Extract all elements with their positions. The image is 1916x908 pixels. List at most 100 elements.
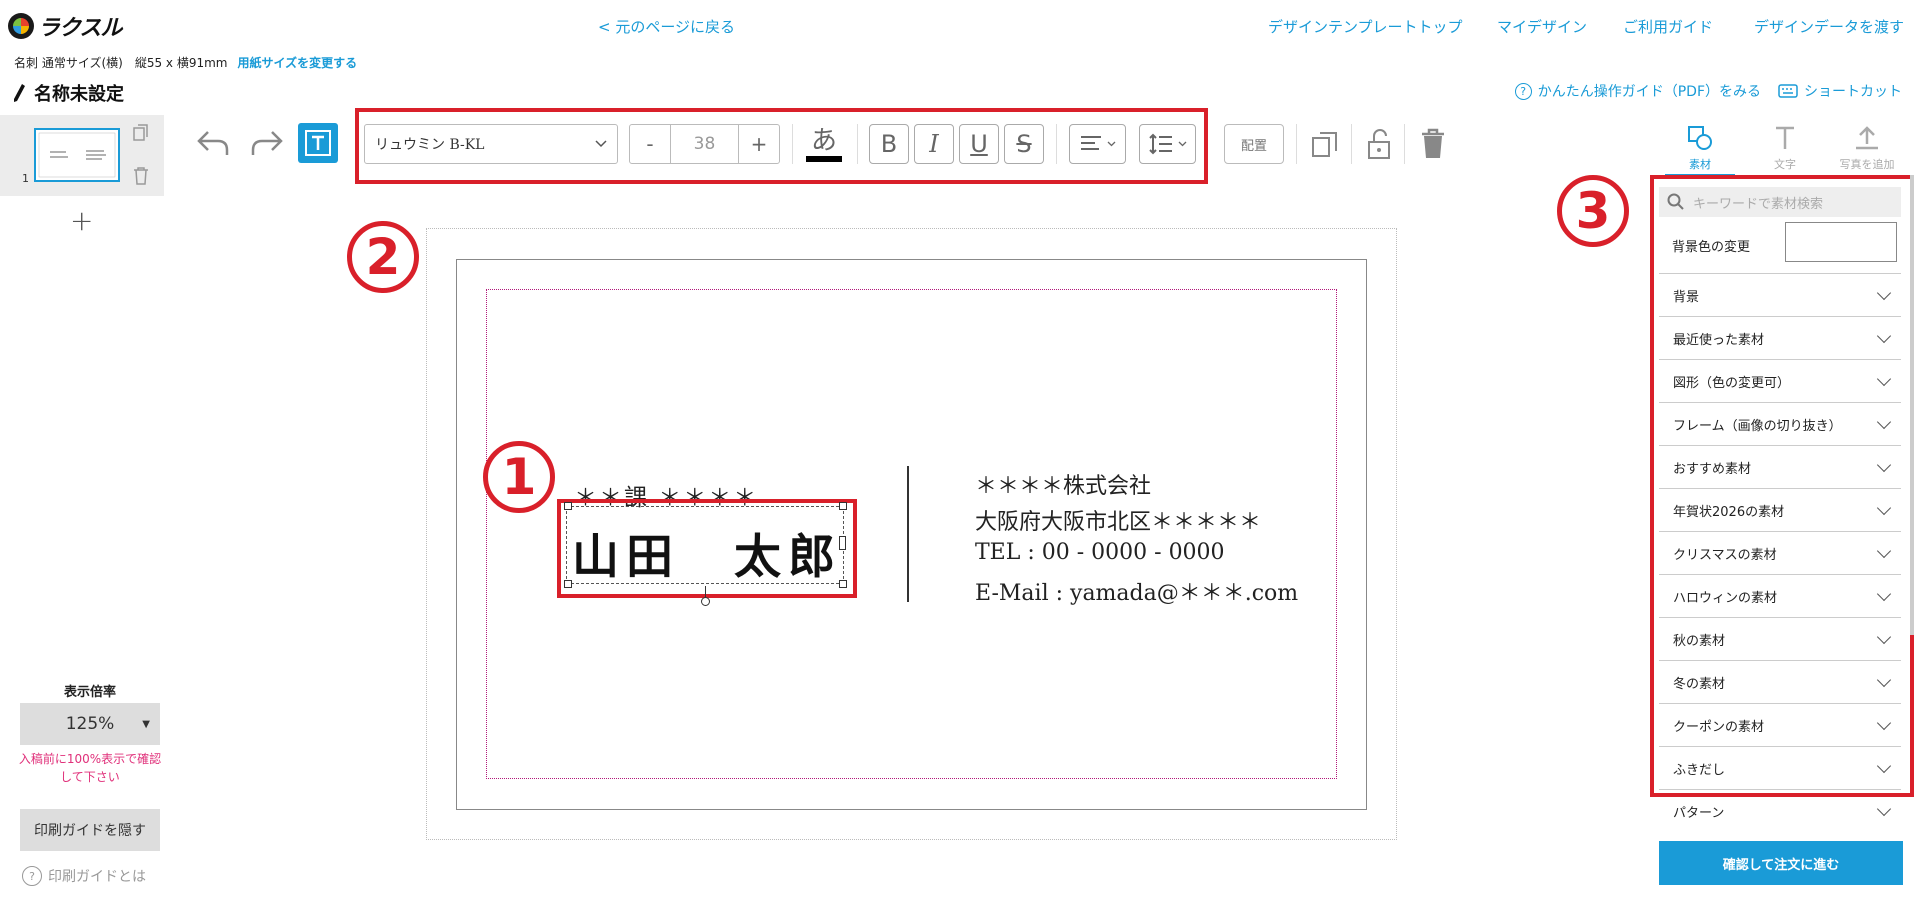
rotate-handle[interactable]	[701, 597, 710, 606]
category-autumn[interactable]: 秋の素材	[1659, 618, 1901, 661]
category-label: フレーム（画像の切り抜き）	[1673, 418, 1842, 434]
annotation-badge-1: 1	[483, 441, 555, 513]
pencil-icon	[14, 84, 25, 102]
back-link[interactable]: < 元のページに戻る	[598, 16, 735, 37]
category-label: おすすめ素材	[1673, 461, 1752, 477]
font-size-decrease-button[interactable]: -	[630, 125, 670, 163]
align-left-icon	[1081, 136, 1101, 150]
tab-material[interactable]: 素材	[1665, 124, 1735, 172]
confirm-order-button[interactable]: 確認して注文に進む	[1659, 841, 1903, 885]
tab-add-photo[interactable]: 写真を追加	[1832, 124, 1902, 172]
help-icon: ?	[22, 866, 42, 886]
text-edit-tool-button[interactable]	[298, 123, 338, 163]
search-icon	[1667, 193, 1684, 210]
category-label: 図形（色の変更可）	[1673, 375, 1791, 391]
text-icon	[1750, 124, 1820, 156]
italic-button[interactable]: I	[914, 124, 954, 164]
category-winter[interactable]: 冬の素材	[1659, 661, 1901, 704]
zoom-select[interactable]: 125% ▼	[20, 703, 160, 745]
card-company-text[interactable]: ＊＊＊＊株式会社	[975, 468, 1151, 500]
document-title[interactable]: 名称未設定	[12, 80, 124, 106]
tab-text[interactable]: 文字	[1750, 124, 1820, 172]
category-christmas[interactable]: クリスマスの素材	[1659, 532, 1901, 575]
unlock-icon[interactable]	[1366, 128, 1392, 160]
pdf-guide-link[interactable]: ? かんたん操作ガイド（PDF）をみる	[1514, 81, 1761, 101]
tab-add-photo-label: 写真を追加	[1839, 158, 1895, 171]
category-recent[interactable]: 最近使った素材	[1659, 317, 1901, 360]
line-spacing-dropdown[interactable]	[1139, 124, 1196, 164]
change-size-link[interactable]: 用紙サイズを変更する	[237, 56, 357, 70]
chevron-down-icon	[1876, 758, 1892, 773]
font-family-select[interactable]: リュウミン B-KL	[364, 124, 618, 164]
card-tel-text[interactable]: TEL : 00 - 0000 - 0000	[975, 540, 1225, 565]
nav-my-design[interactable]: マイデザイン	[1497, 16, 1587, 37]
help-icon: ?	[1514, 82, 1532, 100]
resize-handle[interactable]	[839, 580, 847, 588]
category-background[interactable]: 背景	[1659, 274, 1901, 317]
paper-size-text: 名刺 通常サイズ(横) 縦55 x 横91mm	[14, 56, 228, 70]
chevron-down-icon	[1876, 672, 1892, 687]
upload-icon	[1832, 124, 1902, 156]
category-frames[interactable]: フレーム（画像の切り抜き）	[1659, 403, 1901, 446]
material-search-input[interactable]: キーワードで素材検索	[1659, 187, 1901, 217]
trash-icon[interactable]	[1420, 128, 1446, 160]
font-size-input[interactable]: 38	[670, 125, 739, 163]
copy-element-icon[interactable]	[1311, 131, 1339, 159]
category-label: ハロウィンの素材	[1673, 590, 1778, 606]
category-recommended[interactable]: おすすめ素材	[1659, 446, 1901, 489]
redo-icon[interactable]	[250, 128, 284, 158]
raksul-logo[interactable]: ラクスル	[8, 10, 122, 42]
font-size-increase-button[interactable]: +	[739, 125, 779, 163]
shortcut-link[interactable]: ショートカット	[1778, 81, 1902, 101]
hide-print-guide-button[interactable]: 印刷ガイドを隠す	[20, 809, 160, 851]
resize-handle[interactable]	[839, 502, 847, 510]
logo-text: ラクスル	[38, 16, 122, 41]
card-email-text[interactable]: E-Mail : yamada@＊＊＊.com	[975, 575, 1298, 607]
document-title-text: 名称未設定	[34, 84, 124, 105]
nav-template-top[interactable]: デザインテンプレートトップ	[1268, 16, 1463, 37]
shortcut-text: ショートカット	[1804, 84, 1902, 100]
nav-guide[interactable]: ご利用ガイド	[1623, 16, 1713, 37]
category-halloween[interactable]: ハロウィンの素材	[1659, 575, 1901, 618]
thumbnail-preview	[38, 132, 116, 178]
category-speech-bubble[interactable]: ふきだし	[1659, 747, 1901, 790]
chevron-down-icon	[1876, 285, 1892, 300]
duplicate-page-icon[interactable]	[133, 124, 149, 142]
category-pattern[interactable]: パターン	[1659, 790, 1901, 833]
undo-icon[interactable]	[196, 128, 230, 158]
bg-color-picker[interactable]	[1785, 222, 1897, 262]
chevron-down-icon	[1876, 543, 1892, 558]
annotation-badge-3: 3	[1557, 175, 1629, 247]
chevron-down-icon	[1876, 629, 1892, 644]
resize-handle[interactable]	[839, 536, 846, 550]
category-shapes[interactable]: 図形（色の変更可）	[1659, 360, 1901, 403]
strikethrough-button[interactable]: S	[1004, 124, 1044, 164]
category-coupon[interactable]: クーポンの素材	[1659, 704, 1901, 747]
text-color-swatch	[806, 156, 842, 162]
chevron-down-icon	[1876, 801, 1892, 817]
underline-button[interactable]: U	[959, 124, 999, 164]
bold-button[interactable]: B	[869, 124, 909, 164]
resize-handle[interactable]	[564, 580, 572, 588]
add-page-button[interactable]: +	[70, 204, 93, 237]
category-new-year[interactable]: 年賀状2026の素材	[1659, 489, 1901, 532]
card-vertical-divider[interactable]	[907, 466, 909, 602]
material-icon	[1665, 124, 1735, 156]
nav-handover[interactable]: デザインデータを渡す	[1754, 16, 1904, 37]
print-guide-help-link[interactable]: ? 印刷ガイドとは	[22, 866, 146, 886]
card-address-text[interactable]: 大阪府大阪市北区＊＊＊＊＊	[975, 504, 1261, 536]
card-name-text[interactable]: 山田 太郎	[572, 518, 842, 587]
page-thumbnail[interactable]	[34, 128, 120, 182]
text-color-button[interactable]: あ	[804, 120, 844, 164]
text-color-glyph: あ	[810, 126, 837, 156]
category-label: 背景	[1673, 289, 1700, 305]
delete-page-icon[interactable]	[133, 167, 149, 185]
panel-scrollbar[interactable]	[1910, 175, 1914, 635]
text-align-dropdown[interactable]	[1069, 124, 1126, 164]
resize-handle[interactable]	[564, 502, 572, 510]
category-label: 年賀状2026の素材	[1673, 504, 1785, 520]
font-size-stepper: - 38 +	[629, 124, 780, 164]
category-label: ふきだし	[1673, 762, 1726, 778]
arrange-button[interactable]: 配置	[1224, 124, 1284, 164]
chevron-down-icon	[595, 140, 607, 148]
